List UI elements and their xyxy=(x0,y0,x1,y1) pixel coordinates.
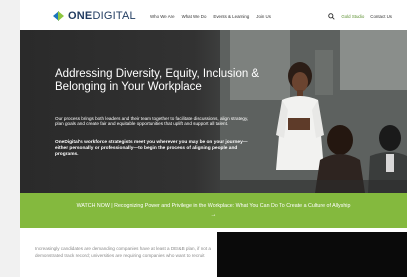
utility-nav: Gold Studio Contact Us xyxy=(328,13,392,20)
video-player[interactable] xyxy=(217,232,407,277)
hero-lead-bold: OneDigital's workforce strategists meet … xyxy=(55,140,248,157)
site-header: ONEDIGITAL Who We Are What We Do Events … xyxy=(20,0,407,30)
intro-paragraph: Increasingly candidates are demanding co… xyxy=(35,246,211,258)
arrow-right-icon[interactable]: → xyxy=(20,212,407,218)
hero-title: Addressing Diversity, Equity, Inclusion … xyxy=(55,68,260,93)
hero-photo xyxy=(220,30,407,193)
main-nav: Who We Are What We Do Events & Learning … xyxy=(150,14,271,19)
watch-now-banner[interactable]: WATCH NOW | Recognizing Power and Privil… xyxy=(20,193,407,228)
onedigital-logo[interactable]: ONEDIGITAL xyxy=(53,10,136,22)
nav-item-what-we-do[interactable]: What We Do xyxy=(182,14,207,19)
page: ONEDIGITAL Who We Are What We Do Events … xyxy=(20,0,407,277)
banner-text[interactable]: WATCH NOW | Recognizing Power and Privil… xyxy=(20,203,407,209)
nav-item-events-learning[interactable]: Events & Learning xyxy=(213,14,249,19)
nav-item-who-we-are[interactable]: Who We Are xyxy=(150,14,175,19)
logo-text: ONEDIGITAL xyxy=(68,10,136,22)
nav-item-join-us[interactable]: Join Us xyxy=(256,14,271,19)
contact-us-link[interactable]: Contact Us xyxy=(370,14,392,19)
hero-lead: Our process brings both leaders and thei… xyxy=(55,116,249,127)
gold-studio-link[interactable]: Gold Studio xyxy=(341,14,364,19)
logo-mark-icon xyxy=(53,10,65,22)
search-icon[interactable] xyxy=(328,13,335,20)
hero-section: Addressing Diversity, Equity, Inclusion … xyxy=(20,30,407,193)
